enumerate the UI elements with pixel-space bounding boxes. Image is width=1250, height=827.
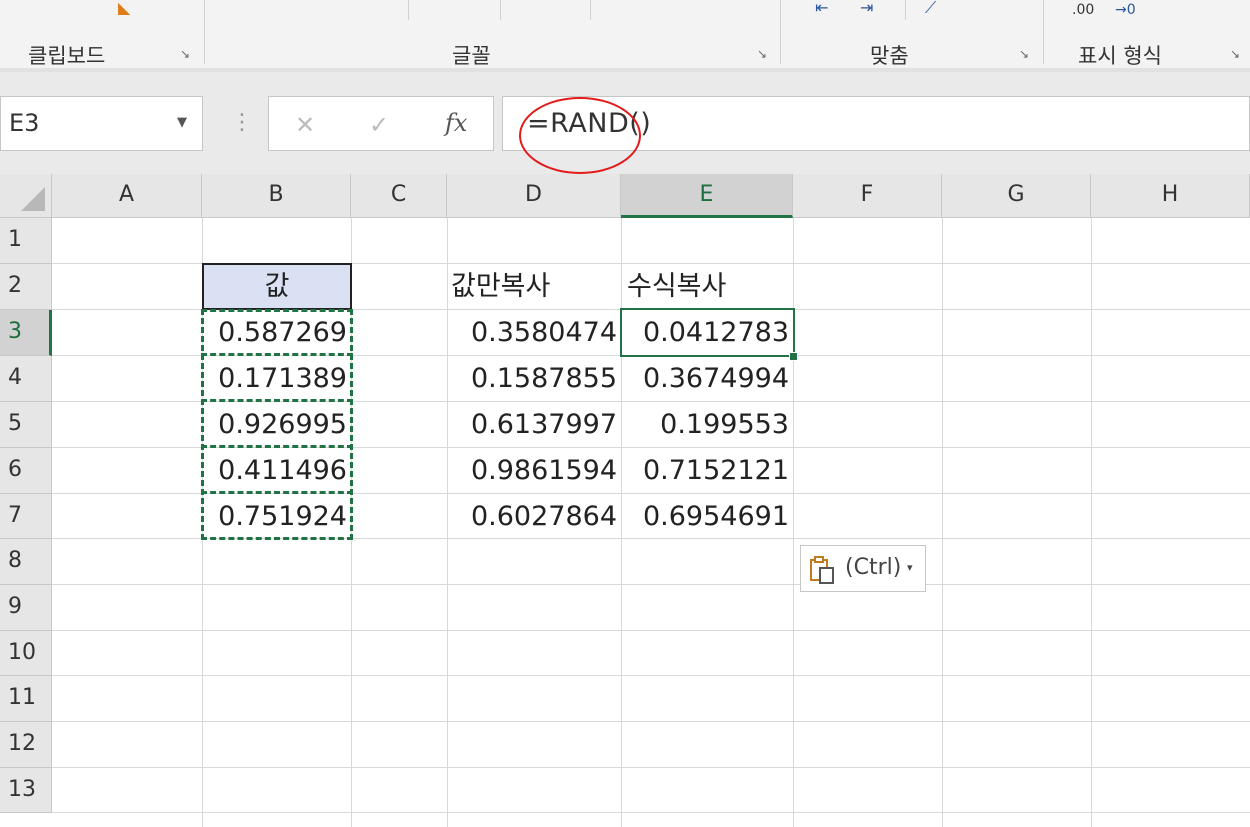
column-header-f[interactable]: F [793,174,942,218]
gridline [52,721,1250,722]
decrease-decimal-hint[interactable]: .00 [1072,2,1094,18]
cell-e4[interactable]: 0.3674994 [621,356,793,401]
annotation-circle [519,97,641,174]
copy-marquee-inner [201,309,353,356]
cell-e2[interactable]: 수식복사 [627,264,793,309]
orientation-icon[interactable]: ⟋ [925,0,936,16]
column-header-d[interactable]: D [447,174,621,218]
paste-options-button[interactable]: (Ctrl) ▾ [800,545,926,592]
row-header-12[interactable]: 12 [0,722,52,768]
group-label-font: 글꼴 [452,44,491,68]
gridline [52,675,1250,676]
cell-d7[interactable]: 0.6027864 [447,494,621,539]
dialog-launcher-icon[interactable]: ↘ [1019,48,1031,60]
row-header-11[interactable]: 11 [0,676,52,722]
group-label-number: 표시 형식 [1078,44,1162,68]
indent-icon[interactable]: ⇤ [815,0,828,16]
select-all-button[interactable] [0,174,52,218]
cell-e7[interactable]: 0.6954691 [621,494,793,539]
cell-e5[interactable]: 0.199553 [621,402,793,447]
group-label-clipboard: 클립보드 [28,44,106,68]
column-header-b[interactable]: B [202,174,351,218]
worksheet-grid[interactable]: A B C D E F G H 1 2 3 4 5 6 7 8 9 10 11 … [0,174,1250,827]
dialog-launcher-icon[interactable]: ↘ [1230,48,1242,60]
column-header-a[interactable]: A [52,174,202,218]
column-header-c[interactable]: C [351,174,447,218]
column-header-e[interactable]: E [621,174,793,218]
enter-icon[interactable]: ✓ [369,111,389,139]
group-divider [780,0,781,64]
cell-d5[interactable]: 0.6137997 [447,402,621,447]
fill-handle[interactable] [789,352,798,361]
ribbon-divider [905,0,906,20]
cell-d3[interactable]: 0.3580474 [447,310,621,355]
row-header-5[interactable]: 5 [0,402,52,448]
copy-marquee-inner [201,355,353,402]
increase-decimal-hint[interactable]: →0 [1115,2,1136,18]
row-header-1[interactable]: 1 [0,218,52,264]
clipboard-format-painter-icon[interactable]: ◣ [118,0,130,16]
gridline [52,584,1250,585]
row-header-9[interactable]: 9 [0,585,52,631]
group-label-alignment: 맞춤 [870,44,909,68]
ribbon-divider [500,0,501,20]
row-header-3[interactable]: 3 [0,310,52,356]
dialog-launcher-icon[interactable]: ↘ [180,48,192,60]
row-header-8[interactable]: 8 [0,539,52,585]
active-cell-border [620,308,795,357]
cell-d4[interactable]: 0.1587855 [447,356,621,401]
copy-marquee-inner [201,401,353,448]
group-divider [204,0,205,64]
group-divider [1043,0,1044,64]
gridline [52,767,1250,768]
insert-function-icon[interactable]: fx [445,109,467,137]
gridline [52,812,1250,813]
chevron-down-icon[interactable]: ▼ [177,115,187,130]
ribbon-divider [408,0,409,20]
row-header-13[interactable]: 13 [0,768,52,813]
formula-bar-resize-handle[interactable]: ⋮ [231,108,253,138]
ribbon-divider [590,0,591,20]
outdent-icon[interactable]: ⇥ [860,0,873,16]
row-header-10[interactable]: 10 [0,631,52,676]
cell-d2[interactable]: 값만복사 [451,264,621,309]
cell-b2[interactable]: 값 [202,263,352,310]
cell-e6[interactable]: 0.7152121 [621,448,793,493]
name-box[interactable]: E3 ▼ [0,96,203,151]
paste-options-label: (Ctrl) [845,555,902,580]
dialog-launcher-icon[interactable]: ↘ [757,48,769,60]
row-header-7[interactable]: 7 [0,494,52,539]
row-header-2[interactable]: 2 [0,264,52,310]
gridline [52,630,1250,631]
cancel-icon[interactable]: ✕ [295,111,315,139]
chevron-down-icon: ▾ [907,561,913,574]
column-header-g[interactable]: G [942,174,1091,218]
name-box-value: E3 [9,109,40,137]
copy-marquee-inner [201,447,353,494]
cell-d6[interactable]: 0.9861594 [447,448,621,493]
column-header-h[interactable]: H [1091,174,1250,218]
formula-buttons: ✕ ✓ fx [268,96,494,151]
row-header-4[interactable]: 4 [0,356,52,402]
ribbon: ◣ ⇤ ⇥ ⟋ .00 →0 클립보드 ↘ 글꼴 ↘ 맞춤 ↘ 표시 형식 ↘ [0,0,1250,72]
clipboard-paste-icon [810,556,834,584]
row-header-6[interactable]: 6 [0,448,52,494]
